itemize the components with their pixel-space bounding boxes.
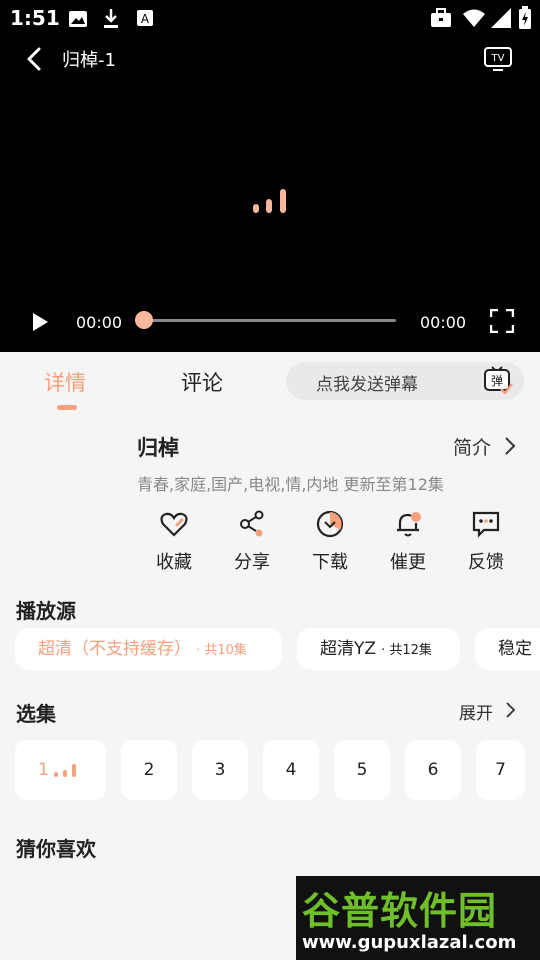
source-count: · 共12集: [381, 643, 432, 658]
svg-text:TV: TV: [491, 53, 505, 64]
status-time: 1:51: [10, 6, 60, 30]
episodes-title: 选集: [16, 702, 56, 726]
source-name: 超清（不支持缓存）: [38, 639, 191, 659]
chevron-right-icon[interactable]: [503, 436, 517, 456]
play-icon[interactable]: [30, 311, 50, 333]
seek-thumb[interactable]: [135, 311, 153, 329]
watermark-name: 谷普软件园: [302, 889, 498, 933]
signal-icon: [491, 8, 511, 28]
status-bar: 1:51 A: [0, 0, 540, 36]
episode-item-active[interactable]: 1: [15, 740, 106, 800]
fullscreen-icon[interactable]: [490, 309, 514, 333]
share-label: 分享: [234, 552, 270, 573]
feedback-icon: [472, 511, 500, 538]
source-chip[interactable]: 超清YZ · 共12集: [297, 628, 460, 670]
watermark: 谷普软件园 www.gupuxlazal.com: [296, 876, 540, 960]
urge-update-button[interactable]: 催更: [377, 510, 439, 574]
download-status-icon: [104, 9, 118, 28]
tv-cast-icon[interactable]: TV: [483, 44, 513, 72]
heart-icon: [160, 512, 188, 537]
loading-icon: [253, 189, 286, 213]
tab-comments[interactable]: 评论: [181, 367, 223, 397]
download-icon: [316, 510, 344, 538]
briefcase-icon: [431, 8, 451, 27]
recommend-title: 猜你喜欢: [16, 837, 96, 861]
bell-icon: [397, 512, 421, 537]
danmaku-placeholder[interactable]: 点我发送弹幕: [316, 370, 418, 395]
share-button[interactable]: 分享: [221, 510, 283, 574]
episode-item[interactable]: 4: [263, 740, 319, 800]
source-chip[interactable]: 稳定: [475, 628, 540, 670]
episode-number: 1: [38, 760, 49, 780]
wifi-icon: [463, 9, 485, 27]
svg-text:A: A: [141, 12, 150, 26]
tab-details[interactable]: 详情: [44, 367, 86, 397]
watermark-url: www.gupuxlazal.com: [302, 932, 517, 953]
chevron-right-icon[interactable]: [504, 701, 516, 719]
feedback-button[interactable]: 反馈: [455, 510, 517, 574]
share-icon: [240, 510, 264, 537]
source-count: · 共10集: [196, 643, 247, 658]
danmaku-toggle-icon[interactable]: 弹: [483, 366, 513, 394]
show-tags: 青春,家庭,国产,电视,情,内地 更新至第12集: [137, 475, 444, 494]
battery-icon: [519, 6, 531, 29]
episode-item[interactable]: 7: [476, 740, 525, 800]
current-time: 00:00: [76, 313, 123, 332]
source-name: 稳定: [498, 639, 532, 659]
danmaku-icon-label: 弹: [491, 374, 503, 388]
favorite-button[interactable]: 收藏: [143, 510, 205, 574]
video-title: 归棹-1: [62, 50, 116, 71]
source-chip-active[interactable]: 超清（不支持缓存） · 共10集: [15, 628, 282, 670]
expand-link[interactable]: 展开: [459, 699, 493, 724]
tab-indicator: [57, 405, 77, 410]
duration: 00:00: [420, 313, 467, 332]
image-icon: [69, 11, 87, 27]
source-name: 超清YZ: [320, 639, 377, 659]
favorite-label: 收藏: [156, 552, 192, 573]
back-icon[interactable]: [24, 46, 44, 72]
urge-update-label: 催更: [390, 552, 426, 573]
show-title: 归棹: [137, 436, 179, 460]
playing-indicator-icon: [54, 764, 76, 777]
sources-title: 播放源: [16, 599, 76, 623]
keyboard-status-icon: A: [137, 10, 153, 26]
episode-item[interactable]: 6: [405, 740, 461, 800]
episode-item[interactable]: 5: [334, 740, 390, 800]
seek-bar[interactable]: [144, 319, 396, 322]
download-label: 下载: [312, 552, 348, 573]
episode-item[interactable]: 3: [192, 740, 248, 800]
intro-link[interactable]: 简介: [453, 433, 491, 460]
feedback-label: 反馈: [468, 552, 504, 573]
download-button[interactable]: 下载: [299, 510, 361, 574]
episode-item[interactable]: 2: [121, 740, 177, 800]
